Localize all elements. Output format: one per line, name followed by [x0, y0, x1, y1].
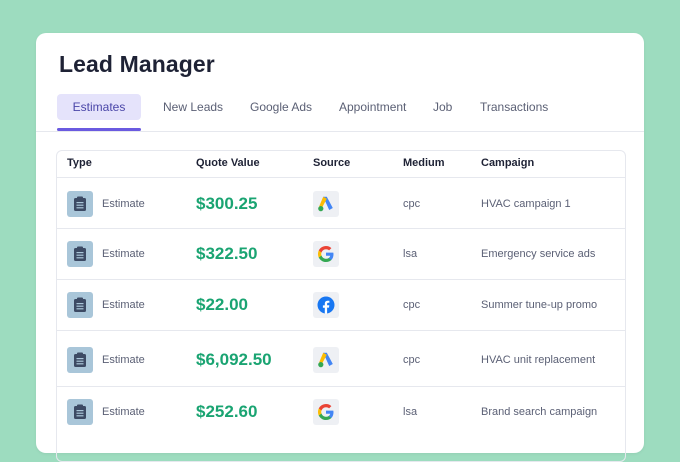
clipboard-icon [67, 399, 93, 425]
google-icon [313, 399, 339, 425]
tab-job[interactable]: Job [433, 94, 452, 120]
quote-value: $22.00 [196, 295, 248, 314]
medium-label: cpc [403, 299, 421, 311]
clipboard-icon [67, 241, 93, 267]
google-ads-icon [313, 347, 339, 373]
type-label: Estimate [102, 406, 145, 418]
column-header-campaign: Campaign [481, 157, 535, 169]
tab-new-leads[interactable]: New Leads [163, 94, 223, 120]
facebook-icon [313, 292, 339, 318]
tab-appointment[interactable]: Appointment [339, 94, 406, 120]
tab-transactions[interactable]: Transactions [480, 94, 548, 120]
table-row[interactable]: Estimate $322.50 lsa Emergency service a… [57, 228, 625, 280]
campaign-label: HVAC campaign 1 [481, 198, 571, 210]
column-header-source: Source [313, 157, 351, 169]
tab-google-ads[interactable]: Google Ads [250, 94, 312, 120]
table-header: Type Quote Value Source Medium Campaign [57, 151, 625, 177]
clipboard-icon [67, 292, 93, 318]
campaign-label: Emergency service ads [481, 248, 596, 260]
google-icon [313, 241, 339, 267]
quote-value: $300.25 [196, 194, 258, 213]
type-label: Estimate [102, 299, 145, 311]
active-tab-indicator [57, 128, 141, 131]
column-header-type: Type [67, 157, 92, 169]
column-header-quote-value: Quote Value [196, 157, 260, 169]
campaign-label: Brand search campaign [481, 406, 598, 418]
quote-value: $252.60 [196, 402, 258, 421]
type-label: Estimate [102, 354, 145, 366]
campaign-label: HVAC unit replacement [481, 354, 596, 366]
clipboard-icon [67, 191, 93, 217]
table-row[interactable]: Estimate $6,092.50 cpc HVAC unit replace… [57, 330, 625, 387]
medium-label: lsa [403, 406, 418, 418]
medium-label: cpc [403, 198, 421, 210]
medium-label: lsa [403, 248, 418, 260]
page-title: Lead Manager [59, 51, 215, 77]
type-label: Estimate [102, 248, 145, 260]
quote-value: $6,092.50 [196, 350, 272, 369]
table-row[interactable]: Estimate $252.60 lsa Brand search campai… [57, 386, 625, 461]
table-row[interactable]: Estimate $300.25 cpc HVAC campaign 1 [57, 177, 625, 229]
quote-value: $322.50 [196, 244, 258, 263]
lead-manager-card: Lead Manager Estimates New Leads Google … [36, 33, 644, 462]
tab-bar: Estimates New Leads Google Ads Appointme… [36, 93, 644, 132]
campaign-label: Summer tune-up promo [481, 299, 598, 311]
google-ads-icon [313, 191, 339, 217]
estimates-table: Type Quote Value Source Medium Campaign … [56, 150, 626, 462]
clipboard-icon [67, 347, 93, 373]
medium-label: cpc [403, 354, 421, 366]
type-label: Estimate [102, 198, 145, 210]
tab-estimates[interactable]: Estimates [57, 94, 141, 120]
table-row[interactable]: Estimate $22.00 cpc Summer tune-up promo [57, 279, 625, 331]
column-header-medium: Medium [403, 157, 445, 169]
